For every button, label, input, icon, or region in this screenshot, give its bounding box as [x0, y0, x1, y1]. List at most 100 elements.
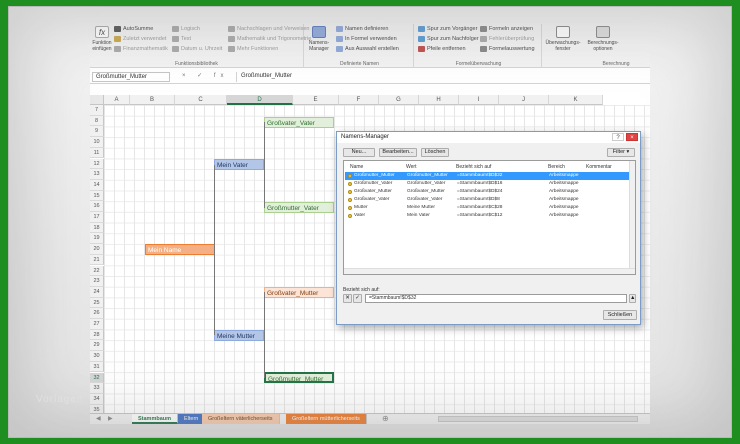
- column-header-b[interactable]: B: [130, 95, 175, 105]
- column-header-h[interactable]: H: [419, 95, 459, 105]
- row-header-29[interactable]: 29: [90, 340, 104, 352]
- filter-button[interactable]: Filter ▾: [607, 148, 635, 157]
- row-header-28[interactable]: 28: [90, 329, 104, 341]
- column-header-c[interactable]: C: [175, 95, 227, 105]
- names-manager-button[interactable]: Namens-Manager: [308, 26, 330, 52]
- row-header-21[interactable]: 21: [90, 254, 104, 266]
- row-header-16[interactable]: 16: [90, 201, 104, 212]
- trace-dependents-button[interactable]: Spur zum Nachfolger: [418, 36, 479, 42]
- cell-grossmutter-mutter[interactable]: Großmutter_Mutter: [264, 372, 334, 383]
- row-header-12[interactable]: 12: [90, 158, 104, 170]
- name-box[interactable]: Großmutter_Mutter: [92, 72, 170, 82]
- define-name-button[interactable]: Namen definieren: [336, 26, 388, 32]
- horizontal-scrollbar[interactable]: [438, 416, 638, 422]
- cell-grossmutter-vater[interactable]: Großmutter_Vater: [264, 202, 334, 213]
- help-button[interactable]: ?: [612, 133, 624, 141]
- new-name-button[interactable]: Neu...: [343, 148, 375, 157]
- logical-button[interactable]: Logisch: [172, 26, 200, 32]
- row-header-8[interactable]: 8: [90, 115, 104, 127]
- row-header-33[interactable]: 33: [90, 383, 104, 394]
- name-list-row[interactable]: Großvater_Vater Großvater_Vater =Stammbaum…: [345, 196, 634, 204]
- list-vertical-scrollbar[interactable]: [629, 161, 635, 274]
- formula-input[interactable]: Großmutter_Mutter: [236, 72, 648, 82]
- cell-meine-mutter[interactable]: Meine Mutter: [214, 330, 264, 341]
- insert-function-button[interactable]: fx Funktion einfügen: [92, 26, 112, 52]
- column-header-e[interactable]: E: [293, 95, 339, 105]
- list-horizontal-scrollbar[interactable]: [344, 268, 635, 274]
- column-header-i[interactable]: I: [459, 95, 499, 105]
- header-refers[interactable]: Bezieht sich auf: [456, 163, 491, 171]
- row-header-22[interactable]: 22: [90, 265, 104, 277]
- row-header-24[interactable]: 24: [90, 286, 104, 298]
- show-formulas-button[interactable]: Formeln anzeigen: [480, 26, 533, 32]
- math-button[interactable]: Mathematik und Trigonometrie: [228, 36, 311, 42]
- row-header-26[interactable]: 26: [90, 308, 104, 319]
- close-dialog-button[interactable]: Schließen: [603, 310, 637, 320]
- header-comment[interactable]: Kommentar: [586, 163, 612, 171]
- select-all-corner[interactable]: [90, 95, 104, 105]
- lookup-button[interactable]: Nachschlagen und Verweisen: [228, 26, 309, 32]
- cell-mein-vater[interactable]: Mein Vater: [214, 159, 264, 170]
- cell-grossvater-mutter[interactable]: Großvater_Mutter: [264, 287, 334, 298]
- tab-prev-icon[interactable]: ◀: [96, 414, 101, 424]
- use-in-formula-button[interactable]: In Formel verwenden: [336, 36, 397, 42]
- row-header-9[interactable]: 9: [90, 126, 104, 138]
- edit-name-button[interactable]: Bearbeiten...: [379, 148, 417, 157]
- row-header-14[interactable]: 14: [90, 179, 104, 191]
- datetime-button[interactable]: Datum u. Uhrzeit: [172, 46, 222, 52]
- header-scope[interactable]: Bereich: [548, 163, 565, 171]
- collapse-dialog-icon[interactable]: ▲: [629, 294, 636, 303]
- row-header-10[interactable]: 10: [90, 137, 104, 148]
- name-list-row[interactable]: Großvater_Mutter Großvater_Mutter =Stammba…: [345, 188, 634, 196]
- watch-window-button[interactable]: Überwachungs-fenster: [545, 26, 581, 52]
- row-header-30[interactable]: 30: [90, 351, 104, 362]
- row-header-25[interactable]: 25: [90, 297, 104, 309]
- financial-button[interactable]: Finanzmathematik: [114, 46, 168, 52]
- calc-options-button[interactable]: Berechnungs-optionen: [587, 26, 619, 52]
- row-header-27[interactable]: 27: [90, 319, 104, 330]
- row-header-20[interactable]: 20: [90, 244, 104, 255]
- evaluate-formula-button[interactable]: Formelauswertung: [480, 46, 535, 52]
- row-header-17[interactable]: 17: [90, 212, 104, 223]
- row-header-34[interactable]: 34: [90, 393, 104, 405]
- row-header-13[interactable]: 13: [90, 169, 104, 180]
- recently-used-button[interactable]: Zuletzt verwendet: [114, 36, 166, 42]
- row-header-7[interactable]: 7: [90, 105, 104, 116]
- column-header-j[interactable]: J: [499, 95, 549, 105]
- error-checking-button[interactable]: Fehlerüberprüfung: [480, 36, 534, 42]
- tab-next-icon[interactable]: ▶: [108, 414, 113, 424]
- row-header-31[interactable]: 31: [90, 361, 104, 373]
- row-header-15[interactable]: 15: [90, 190, 104, 202]
- text-button[interactable]: Text: [172, 36, 191, 42]
- name-list-row[interactable]: Vater Mein Vater =Stammbaum!$C$12 Arbeitsma…: [345, 212, 634, 220]
- column-header-a[interactable]: A: [104, 95, 130, 105]
- refers-to-input[interactable]: =Stammbaum!$D$32: [365, 294, 627, 303]
- name-list-row[interactable]: Mutter Meine Mutter =Stammbaum!$C$28 Arbeit…: [345, 204, 634, 212]
- remove-arrows-button[interactable]: Pfeile entfernen: [418, 46, 466, 52]
- more-functions-button[interactable]: Mehr Funktionen: [228, 46, 278, 52]
- row-header-19[interactable]: 19: [90, 233, 104, 245]
- names-list[interactable]: Name Wert Bezieht sich auf Bereich Komme…: [343, 160, 636, 275]
- tab-stammbaum[interactable]: Stammbaum: [132, 414, 179, 424]
- cell-grossvater-vater[interactable]: Großvater_Vater: [264, 117, 334, 128]
- tab-grosseltern-muetterlicherseits[interactable]: Großeltern mütterlicherseits: [286, 414, 367, 424]
- add-sheet-icon[interactable]: ⊕: [382, 414, 389, 424]
- create-from-selection-button[interactable]: Aus Auswahl erstellen: [336, 46, 399, 52]
- column-header-f[interactable]: F: [339, 95, 379, 105]
- trace-precedents-button[interactable]: Spur zum Vorgänger: [418, 26, 477, 32]
- column-header-g[interactable]: G: [379, 95, 419, 105]
- header-value[interactable]: Wert: [406, 163, 416, 171]
- autosum-button[interactable]: AutoSumme: [114, 26, 153, 32]
- row-header-11[interactable]: 11: [90, 147, 104, 159]
- cell-mein-name[interactable]: Mein Name: [145, 244, 215, 255]
- row-header-18[interactable]: 18: [90, 222, 104, 234]
- column-header-d[interactable]: D: [227, 95, 293, 105]
- header-name[interactable]: Name: [350, 163, 363, 171]
- cancel-edit-icon[interactable]: ✕: [343, 294, 352, 303]
- name-list-row[interactable]: Großmutter_Mutter Großmutter_Mutter =Stamm…: [345, 172, 634, 180]
- row-header-32[interactable]: 32: [90, 372, 104, 384]
- row-header-23[interactable]: 23: [90, 276, 104, 287]
- column-header-k[interactable]: K: [549, 95, 603, 105]
- close-icon[interactable]: ×: [626, 133, 638, 141]
- formula-bar-icons[interactable]: × ✓ fx: [182, 72, 229, 79]
